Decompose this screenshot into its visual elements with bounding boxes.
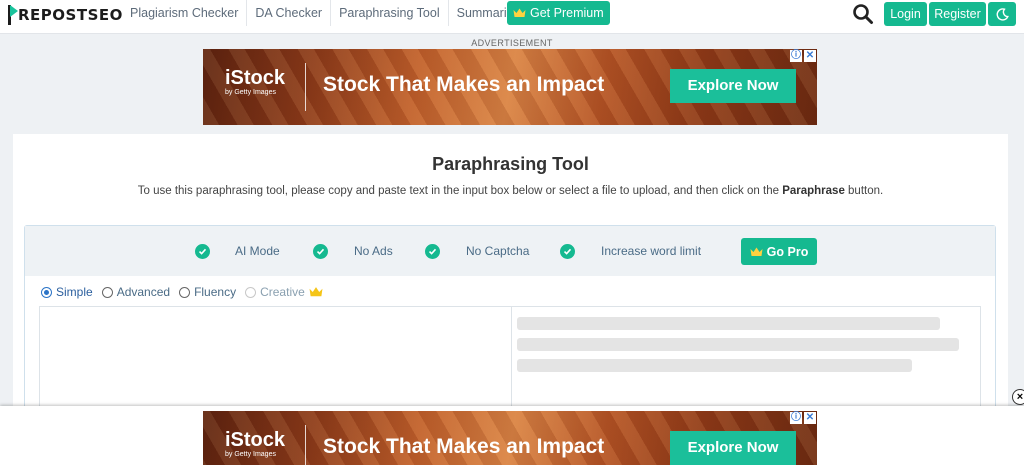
paraphrasing-tool-card: Paraphrasing Tool To use this paraphrasi… — [13, 134, 1008, 416]
features-bar: AI Mode No Ads No Captcha Increase word … — [25, 226, 995, 276]
radio-creative[interactable] — [245, 286, 257, 298]
ad-headline: Stock That Makes an Impact — [323, 435, 605, 458]
istock-logo: iStock by Getty Images — [225, 429, 285, 459]
subtitle-text-bold: Paraphrase — [782, 185, 845, 197]
check-icon — [195, 244, 210, 259]
advertisement-label: ADVERTISEMENT — [471, 38, 553, 48]
mode-simple[interactable]: Simple — [41, 285, 93, 299]
loading-skeleton-line — [517, 338, 959, 351]
check-icon — [313, 244, 328, 259]
top-navbar: REPOSTSEO Plagiarism Checker DA Checker … — [0, 0, 1024, 34]
info-icon[interactable]: ⓘ — [790, 50, 802, 62]
nav-paraphrasing-tool[interactable]: Paraphrasing Tool — [331, 0, 449, 26]
search-icon[interactable] — [852, 3, 874, 25]
close-icon[interactable]: ✕ — [804, 412, 816, 424]
mode-simple-label: Simple — [56, 285, 93, 299]
ad-brand: iStock — [225, 429, 286, 451]
radio-simple[interactable] — [41, 286, 52, 298]
feature-no-ads: No Ads — [354, 244, 393, 258]
crown-icon — [309, 287, 323, 297]
sticky-ad-close-icon[interactable]: × — [1012, 389, 1024, 405]
close-icon[interactable]: ✕ — [804, 50, 816, 62]
ad-explore-now-button[interactable]: Explore Now — [670, 431, 796, 465]
paraphrase-tool-panel: AI Mode No Ads No Captcha Increase word … — [24, 225, 996, 416]
nav-da-checker[interactable]: DA Checker — [247, 0, 332, 26]
ad-explore-now-button[interactable]: Explore Now — [670, 69, 796, 103]
mode-advanced[interactable]: Advanced — [101, 285, 171, 299]
loading-skeleton-line — [517, 359, 912, 372]
ad-divider — [305, 425, 306, 465]
register-button[interactable]: Register — [929, 2, 986, 26]
feature-ai-mode: AI Mode — [235, 244, 280, 258]
mode-fluency-label: Fluency — [194, 285, 237, 299]
crown-icon — [750, 247, 763, 256]
ad-brand: iStock — [225, 67, 286, 89]
ad-divider — [305, 63, 306, 111]
nav-plagiarism-checker[interactable]: Plagiarism Checker — [122, 0, 248, 26]
ad-brand-sub: by Getty Images — [225, 89, 276, 96]
crown-icon — [513, 8, 526, 17]
check-icon — [425, 244, 440, 259]
top-ad-banner[interactable]: iStock by Getty Images Stock That Makes … — [203, 49, 817, 125]
ad-brand-sub: by Getty Images — [225, 451, 276, 458]
mode-creative[interactable]: Creative — [245, 285, 323, 299]
page-title: Paraphrasing Tool — [432, 154, 589, 174]
moon-icon — [996, 7, 1009, 21]
istock-logo: iStock by Getty Images — [225, 67, 285, 97]
mode-selector: Simple Advanced Fluency Creative — [41, 284, 332, 300]
bottom-ad-banner[interactable]: iStock by Getty Images Stock That Makes … — [203, 411, 817, 465]
input-textarea[interactable] — [39, 306, 511, 416]
output-panel — [511, 306, 981, 416]
mode-creative-label: Creative — [260, 285, 305, 299]
radio-advanced[interactable] — [101, 286, 113, 298]
get-premium-button[interactable]: Get Premium — [507, 1, 610, 25]
logo-mark — [7, 4, 18, 26]
loading-skeleton-line — [517, 317, 940, 330]
feature-no-captcha: No Captcha — [466, 244, 530, 258]
mode-advanced-label: Advanced — [116, 285, 171, 299]
login-button[interactable]: Login — [884, 2, 927, 26]
go-pro-label: Go Pro — [766, 244, 809, 259]
check-icon — [560, 244, 575, 259]
radio-fluency[interactable] — [179, 286, 191, 298]
page-subtitle: To use this paraphrasing tool, please co… — [13, 185, 1008, 197]
feature-increase-word-limit: Increase word limit — [601, 244, 702, 258]
get-premium-label: Get Premium — [530, 6, 604, 20]
subtitle-text-post: button. — [844, 185, 884, 197]
subtitle-text-pre: To use this paraphrasing tool, please co… — [137, 185, 783, 197]
logo-text: REPOSTSEO — [18, 6, 123, 24]
ad-controls: ⓘ ✕ — [790, 50, 816, 62]
go-pro-button[interactable]: Go Pro — [741, 238, 817, 265]
dark-mode-toggle[interactable] — [988, 2, 1016, 26]
main-nav: Plagiarism Checker DA Checker Paraphrasi… — [122, 0, 532, 26]
ad-controls: ⓘ ✕ — [790, 412, 816, 424]
info-icon[interactable]: ⓘ — [790, 412, 802, 424]
site-logo[interactable]: REPOSTSEO — [7, 4, 123, 26]
mode-fluency[interactable]: Fluency — [179, 285, 236, 299]
ad-headline: Stock That Makes an Impact — [323, 73, 605, 96]
